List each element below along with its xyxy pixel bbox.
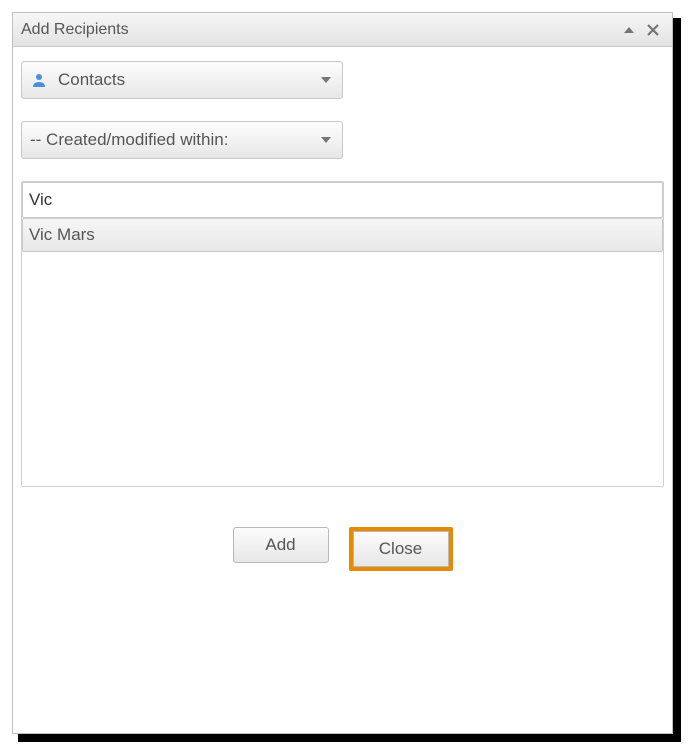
close-icon[interactable] xyxy=(644,21,662,39)
dialog-title: Add Recipients xyxy=(21,21,614,39)
search-input[interactable] xyxy=(22,182,663,218)
list-item[interactable]: Vic Mars xyxy=(22,218,663,252)
add-button[interactable]: Add xyxy=(233,527,329,563)
add-recipients-dialog: Add Recipients Contacts xyxy=(12,12,673,734)
filter-dropdown-label: -- Created/modified within: xyxy=(30,130,320,150)
collapse-icon[interactable] xyxy=(620,21,638,39)
source-dropdown[interactable]: Contacts xyxy=(21,61,343,99)
chevron-down-icon xyxy=(320,76,332,84)
result-name: Vic Mars xyxy=(29,225,95,245)
contacts-icon xyxy=(30,71,48,89)
filter-dropdown[interactable]: -- Created/modified within: xyxy=(21,121,343,159)
results-list: Vic Mars xyxy=(22,218,663,486)
dialog-buttons: Add Close xyxy=(21,527,664,571)
source-dropdown-label: Contacts xyxy=(58,70,320,90)
close-button[interactable]: Close xyxy=(353,531,449,567)
chevron-down-icon xyxy=(320,136,332,144)
search-panel: Vic Mars xyxy=(21,181,664,487)
close-button-highlight: Close xyxy=(349,527,453,571)
titlebar: Add Recipients xyxy=(13,13,672,47)
